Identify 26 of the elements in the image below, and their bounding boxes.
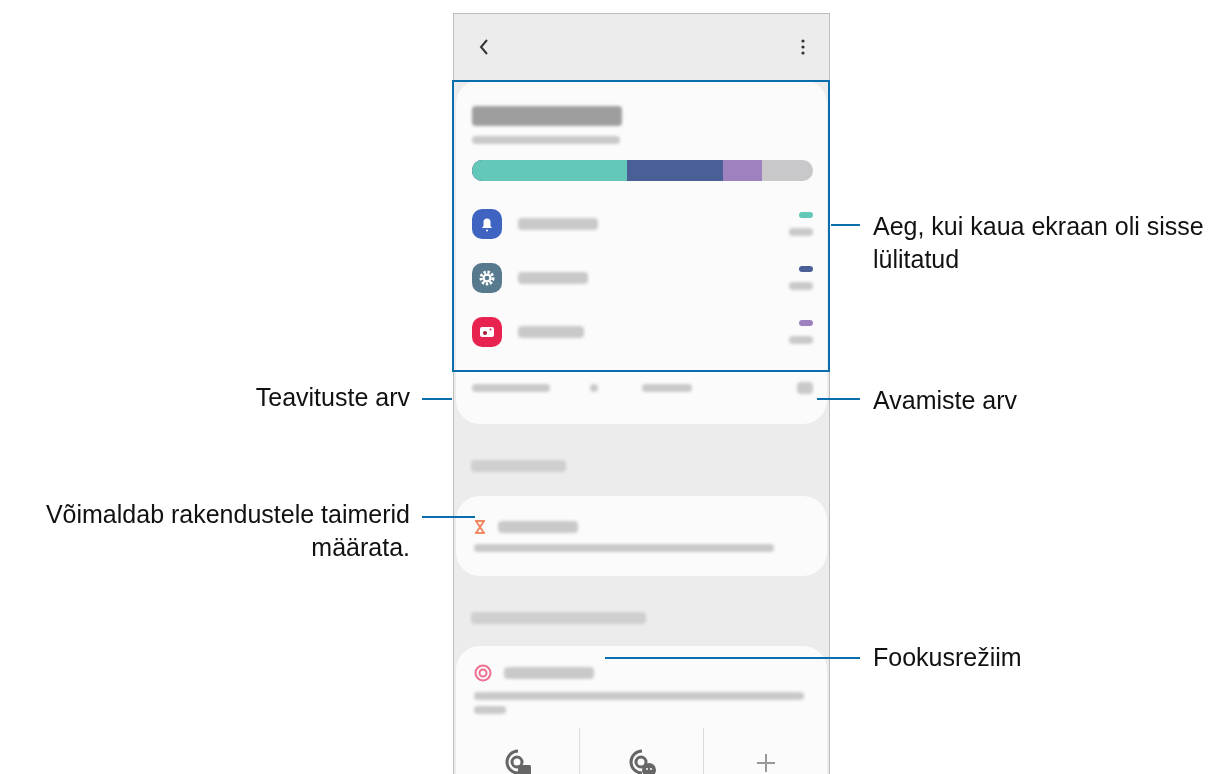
leader-line	[817, 398, 860, 400]
target-icon	[474, 664, 492, 682]
callout-label: Fookusrežiim	[873, 642, 1023, 673]
leader-line	[422, 516, 475, 518]
more-options-icon[interactable]	[801, 39, 805, 55]
hourglass-icon	[474, 520, 486, 534]
camera-app-icon[interactable]	[472, 317, 502, 347]
gear-app-icon[interactable]	[472, 263, 502, 293]
blurred-time	[789, 282, 813, 290]
blurred-description	[474, 706, 506, 714]
back-icon[interactable]	[478, 38, 490, 56]
callout-label: Teavituste arv	[254, 382, 410, 413]
callout-label: Avamiste arv	[873, 385, 1019, 416]
blurred-unlocks-count	[797, 382, 813, 394]
add-icon[interactable]	[755, 753, 776, 773]
bell-app-icon[interactable]	[472, 209, 502, 239]
blurred-app-name	[518, 272, 588, 284]
blurred-unlocks-label	[642, 384, 692, 392]
blurred-time	[789, 336, 813, 344]
callout-label: Võimaldab rakendustele taimerid määrata.	[44, 499, 410, 563]
blurred-app-name	[518, 326, 584, 338]
leader-line	[422, 398, 452, 400]
leader-line	[831, 224, 860, 226]
callout-label: Aeg, kui kaua ekraan oli sisse lülitatud	[873, 211, 1205, 275]
blurred-time	[789, 228, 813, 236]
blurred-notifications-count	[590, 384, 598, 392]
